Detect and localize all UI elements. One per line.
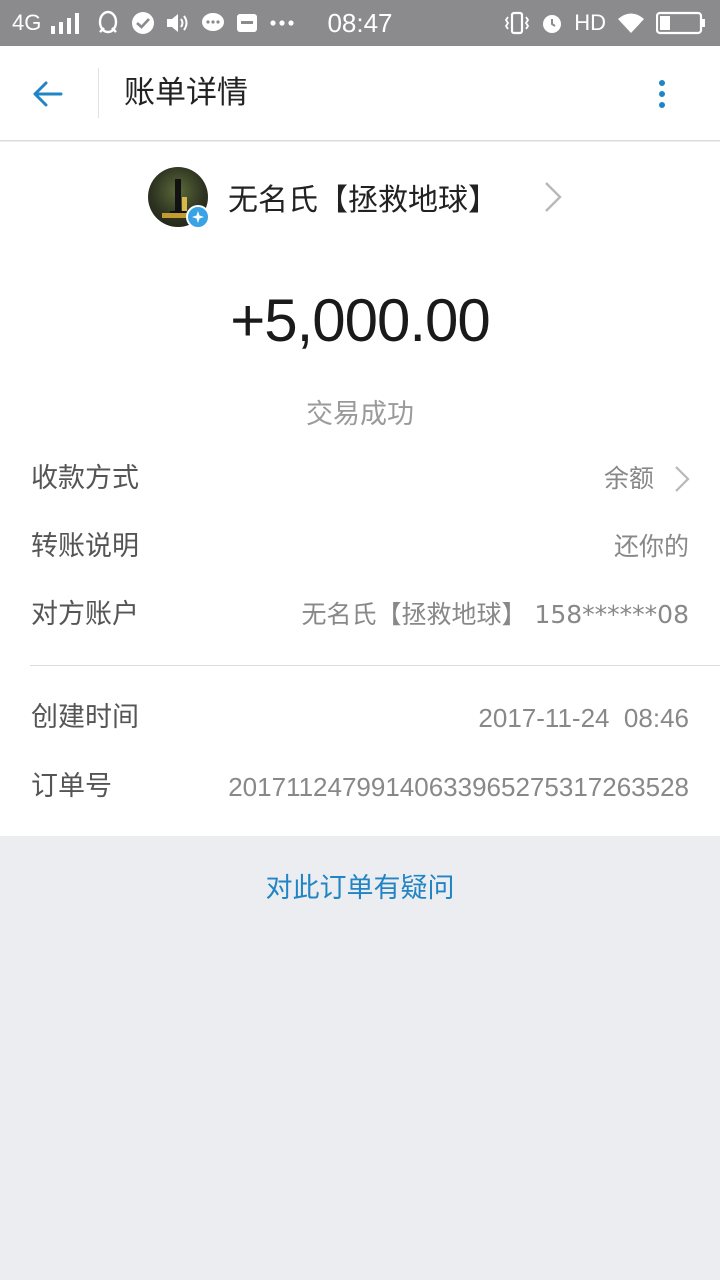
payer-row[interactable]: 无名氏【拯救地球】 xyxy=(148,166,562,229)
payment-method-row[interactable]: 收款方式 余额 xyxy=(0,449,720,509)
counterparty-account-label: 对方账户 xyxy=(31,599,139,630)
transfer-note-label: 转账说明 xyxy=(31,531,139,562)
order-number-row: 订单号 20171124799140633965275317263528 xyxy=(0,757,720,817)
back-button[interactable] xyxy=(20,68,76,120)
status-bar: 4G 08:47 HD xyxy=(0,0,720,46)
transfer-note-row: 转账说明 还你的 xyxy=(0,517,720,577)
created-time-row: 创建时间 2017-11-24 08:46 xyxy=(0,688,720,748)
created-time-value: 2017-11-24 08:46 xyxy=(478,703,689,733)
page-title: 账单详情 xyxy=(124,75,248,111)
chevron-right-icon xyxy=(674,465,690,497)
back-arrow-icon xyxy=(33,81,63,107)
battery-icon xyxy=(656,11,706,35)
order-question-link[interactable]: 对此订单有疑问 xyxy=(0,866,720,905)
more-vertical-icon xyxy=(659,80,665,108)
order-number-label: 订单号 xyxy=(31,771,112,802)
avatar xyxy=(148,167,210,229)
app-bar: 账单详情 xyxy=(0,46,720,141)
payment-method-label: 收款方式 xyxy=(31,463,139,494)
order-number-value: 20171124799140633965275317263528 xyxy=(228,772,689,802)
section-divider xyxy=(30,665,720,666)
wifi-icon xyxy=(616,11,646,35)
transfer-note-value: 还你的 xyxy=(613,532,689,561)
alarm-icon xyxy=(540,11,564,35)
payer-name: 无名氏【拯救地球】 xyxy=(228,183,498,218)
vibrate-icon xyxy=(504,11,530,35)
chevron-right-icon xyxy=(544,181,562,217)
payment-method-value: 余额 xyxy=(603,464,654,493)
app-bar-divider xyxy=(98,68,99,118)
counterparty-account-row: 对方账户 无名氏【拯救地球】 158******08 xyxy=(0,585,720,645)
bill-detail-card: 无名氏【拯救地球】 +5,000.00 交易成功 收款方式 余额 转账说明 还你… xyxy=(0,142,720,836)
hd-indicator: HD xyxy=(574,10,606,35)
counterparty-account-value: 无名氏【拯救地球】 158******08 xyxy=(301,600,689,629)
transaction-status: 交易成功 xyxy=(306,399,414,430)
created-time-label: 创建时间 xyxy=(31,702,139,733)
more-options-button[interactable] xyxy=(640,72,684,116)
transaction-amount: +5,000.00 xyxy=(230,287,491,354)
verified-badge-icon xyxy=(186,205,210,229)
status-bar-right: HD xyxy=(504,0,706,46)
